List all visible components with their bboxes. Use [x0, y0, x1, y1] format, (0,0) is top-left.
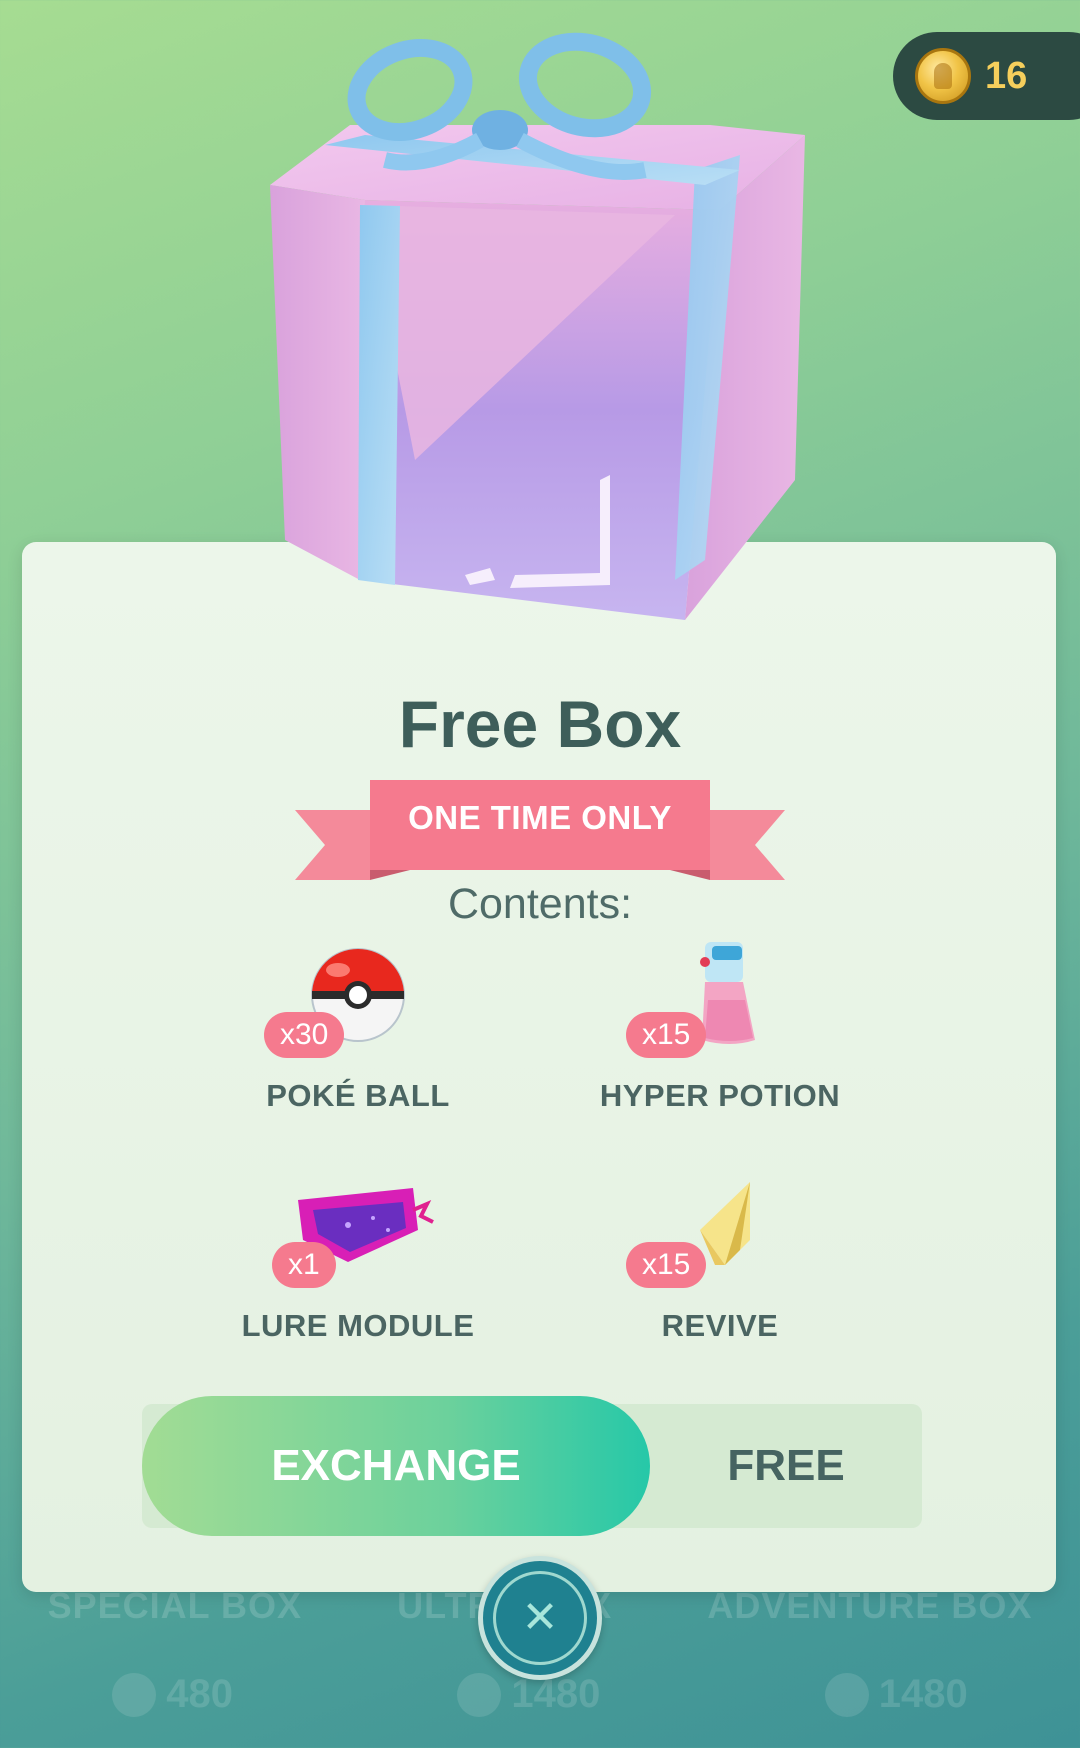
coin-balance: 16: [893, 32, 1080, 120]
content-item-hyper-potion: x15 HYPER POTION: [540, 940, 900, 1140]
coin-count: 16: [985, 54, 1028, 97]
background-price-value: 480: [166, 1672, 233, 1716]
hyper-potion-icon: [700, 942, 755, 1044]
poke-ball-icon: [311, 948, 405, 1042]
item-quantity-badge: x15: [626, 1242, 707, 1288]
item-name: HYPER POTION: [599, 1078, 841, 1113]
item-quantity-badge: x15: [626, 1012, 707, 1058]
lure-module-icon: [298, 1188, 434, 1262]
revive-icon: [700, 1182, 750, 1265]
background-price: 1480: [824, 1672, 968, 1717]
content-item-revive: x15 REVIVE: [540, 1170, 900, 1370]
coin-icon: [824, 1672, 869, 1717]
contents-label: Contents:: [447, 880, 633, 928]
coin-icon: [457, 1672, 502, 1717]
item-quantity-badge: x1: [272, 1242, 336, 1288]
close-icon: ✕: [521, 1592, 559, 1643]
banner-text: ONE TIME ONLY: [408, 799, 672, 836]
item-name: REVIVE: [661, 1308, 779, 1343]
content-item-poke-ball: x30 POKÉ BALL: [178, 940, 538, 1140]
item-name: LURE MODULE: [241, 1308, 475, 1343]
background-price-value: 1480: [878, 1672, 968, 1716]
item-quantity-badge: x30: [264, 1012, 345, 1058]
content-item-lure-module: x1 LURE MODULE: [178, 1170, 538, 1370]
exchange-button[interactable]: EXCHANGE: [142, 1396, 650, 1536]
price-label: FREE: [727, 1441, 845, 1490]
background-price: 480: [112, 1672, 233, 1717]
close-button[interactable]: ✕: [478, 1556, 602, 1680]
box-title: Free Box: [398, 687, 682, 761]
coin-icon: [112, 1672, 157, 1717]
item-name: POKÉ BALL: [266, 1078, 450, 1113]
gift-box-icon: [270, 32, 805, 620]
background-price-value: 1480: [511, 1672, 601, 1716]
coin-icon: [915, 48, 971, 104]
